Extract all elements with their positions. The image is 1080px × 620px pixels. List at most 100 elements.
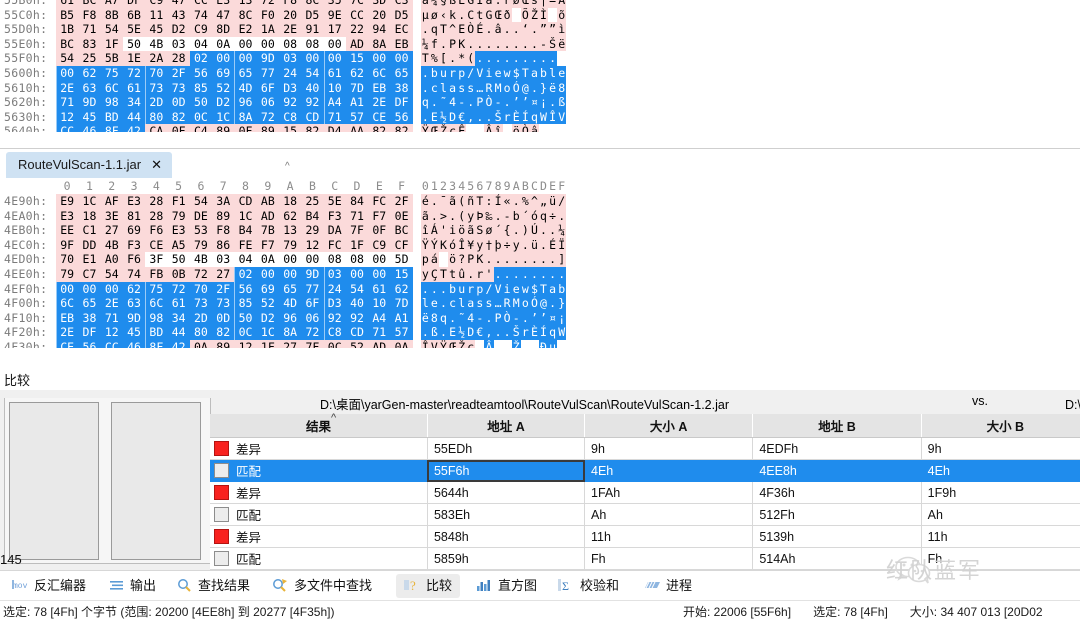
hex-col-label[interactable]: B bbox=[301, 178, 323, 194]
hex-byte[interactable]: 44 bbox=[167, 325, 190, 340]
hex-row[interactable]: 4F00h: 6C 65 2E 63 6C 61 73 73 85 52 4D 6F D3 40 10 7D l e… bbox=[0, 296, 1080, 311]
toolbar-tab-histogram[interactable]: 直方图 bbox=[468, 574, 545, 598]
hex-row[interactable]: 5640h: CC 46 8F 42 CA 0F C4 89 0F 89 15 82 D4 AA 82 82 Ÿ Œ… bbox=[0, 124, 1080, 133]
hex-byte[interactable]: 0F bbox=[234, 124, 257, 133]
hex-byte[interactable]: 18 bbox=[78, 208, 101, 224]
hex-byte[interactable]: 12 bbox=[234, 339, 257, 348]
hex-byte[interactable]: 2D bbox=[145, 95, 168, 110]
hex-byte[interactable]: 0E bbox=[390, 208, 413, 224]
hex-byte[interactable]: 72 bbox=[301, 325, 324, 340]
hex-byte[interactable]: 8A bbox=[278, 325, 302, 340]
hex-byte[interactable]: 24 bbox=[323, 281, 346, 297]
hex-ascii[interactable]: . E ½ D €,.. Šr È Íq W Î V bbox=[420, 109, 567, 125]
hex-byte[interactable]: 46 bbox=[122, 339, 146, 348]
cell-addr-a[interactable]: 55F6h bbox=[427, 459, 586, 482]
hex-byte[interactable]: 20 bbox=[368, 7, 391, 23]
hex-byte[interactable]: 1C bbox=[212, 109, 235, 125]
hex-byte[interactable]: 00 bbox=[323, 36, 346, 52]
hex-byte[interactable]: 92 bbox=[323, 310, 346, 326]
hex-byte[interactable]: 03 bbox=[323, 266, 346, 282]
hex-row[interactable]: 5620h: 71 9D 98 34 2D 0D 50 D2 96 06 92 92 A4 A1 2E DF q.… bbox=[0, 95, 1080, 110]
hex-byte[interactable]: 6C bbox=[56, 296, 79, 311]
hex-ascii[interactable]: ÎVŸŒŽç Â Ž Ðµ bbox=[420, 339, 567, 348]
hex-byte[interactable]: 13 bbox=[278, 223, 302, 238]
hex-row[interactable]: 4EC0h: 9F DD 4B F3 CE A5 79 86 FE F7 79 12 FC 1F C9 CF Ÿ Ý… bbox=[0, 237, 1080, 253]
hex-byte[interactable]: F3 bbox=[323, 208, 346, 224]
hex-row[interactable]: 4F10h: EB 38 71 9D 98 34 2D 0D 50 D2 96 06 92 92 A4 A1 ë 8… bbox=[0, 310, 1080, 326]
table-row[interactable]: 差异 5848h 11h 5139h 11h bbox=[210, 525, 1080, 548]
hex-byte[interactable]: BC bbox=[78, 0, 101, 8]
hex-byte[interactable]: 65 bbox=[78, 296, 101, 311]
hex-row[interactable]: 55B0h: 61 BC A7 DF C9 47 CC E3 13 72 F8 8C 35 7C 3D C3 a ¾… bbox=[0, 0, 1080, 8]
hex-byte[interactable]: 73 bbox=[212, 296, 235, 311]
hex-byte[interactable]: 00 bbox=[56, 281, 79, 297]
hex-byte[interactable]: 4D bbox=[278, 296, 302, 311]
hex-byte[interactable]: 47 bbox=[212, 7, 235, 23]
cell-result[interactable]: 匹配 bbox=[210, 547, 428, 570]
hex-row[interactable]: 4F30h: CE 56 CC 46 8F 42 0A 89 12 1F 27 7F 0C 52 AD 0A Î V… bbox=[0, 339, 1080, 348]
hex-byte[interactable]: 40 bbox=[301, 80, 324, 96]
hex-bytes[interactable]: 00 00 00 62 75 72 70 2F 56 69 65 77 24 54 61 62 bbox=[56, 281, 413, 297]
hex-row[interactable]: 4EA0h: E3 18 3E 81 28 79 DE 89 1C AD 62 B4 F3 71 F7 0E ã.… bbox=[0, 208, 1080, 224]
hex-ascii[interactable]: ã. >.(y Þ ‰. - b ´ ó q ÷. bbox=[420, 208, 567, 224]
hex-col-label[interactable]: F bbox=[390, 178, 412, 194]
hex-byte[interactable]: 70 bbox=[56, 252, 79, 267]
hex-byte[interactable]: 0D bbox=[212, 310, 235, 326]
hex-byte[interactable]: 65 bbox=[390, 65, 413, 81]
hex-byte[interactable]: 72 bbox=[189, 266, 213, 282]
hex-byte[interactable]: 27 bbox=[278, 339, 302, 348]
hex-byte[interactable]: CD bbox=[301, 109, 324, 125]
hex-byte[interactable]: 40 bbox=[345, 296, 369, 311]
hex-byte[interactable]: BD bbox=[145, 325, 168, 340]
hex-col-label[interactable]: 9 bbox=[257, 178, 279, 194]
cell-addr-b[interactable]: 5139h bbox=[752, 525, 922, 548]
hex-col-label[interactable]: 0 bbox=[56, 178, 78, 194]
hex-byte[interactable]: 28 bbox=[145, 208, 168, 224]
hex-byte[interactable]: 79 bbox=[189, 237, 213, 253]
hex-ascii[interactable]: ... b u r p / Vi e w $ Ta b bbox=[420, 281, 567, 297]
hex-byte[interactable]: 8F bbox=[100, 124, 123, 133]
table-header-3[interactable]: 大小 A bbox=[584, 414, 754, 438]
hex-byte[interactable]: 2D bbox=[189, 310, 213, 326]
hex-byte[interactable]: 96 bbox=[234, 95, 257, 110]
hex-byte[interactable]: 3E bbox=[100, 208, 123, 224]
hex-byte[interactable]: 57 bbox=[390, 325, 413, 340]
hex-col-label[interactable]: 2 bbox=[101, 178, 123, 194]
hex-byte[interactable]: 00 bbox=[301, 252, 324, 267]
hex-byte[interactable]: 92 bbox=[345, 310, 369, 326]
cell-result[interactable]: 差异 bbox=[210, 481, 428, 504]
hex-view-upper[interactable]: 55B0h: 61 BC A7 DF C9 47 CC E3 13 72 F8 8C 35 7C 3D C3 a ¾… bbox=[0, 0, 1080, 148]
hex-byte[interactable]: 74 bbox=[189, 7, 213, 23]
hex-byte[interactable]: 52 bbox=[345, 339, 369, 348]
cell-size-b[interactable]: Ah bbox=[921, 503, 1080, 526]
hex-byte[interactable]: 0A bbox=[189, 339, 213, 348]
hex-byte[interactable]: A1 bbox=[390, 310, 413, 326]
hex-byte[interactable]: D3 bbox=[278, 80, 302, 96]
cell-addr-b[interactable]: 4F36h bbox=[752, 481, 922, 504]
hex-byte[interactable]: 06 bbox=[256, 95, 279, 110]
hex-bytes[interactable]: CE 56 CC 46 8F 42 0A 89 12 1F 27 7F 0C 52 AD 0A bbox=[56, 339, 413, 348]
hex-byte[interactable]: 9F bbox=[56, 237, 79, 253]
cell-addr-b[interactable]: 4EE8h bbox=[752, 459, 922, 482]
hex-byte[interactable]: EB bbox=[56, 310, 79, 326]
hex-byte[interactable]: 82 bbox=[301, 124, 324, 133]
hex-byte[interactable]: 10 bbox=[368, 296, 391, 311]
hex-byte[interactable]: 8D bbox=[212, 22, 235, 37]
hex-byte[interactable]: F8 bbox=[78, 7, 101, 23]
hex-byte[interactable]: 29 bbox=[301, 223, 324, 238]
hex-byte[interactable]: 00 bbox=[100, 281, 123, 297]
hex-byte[interactable]: 85 bbox=[189, 80, 213, 96]
hex-byte[interactable]: C9 bbox=[189, 22, 213, 37]
hex-byte[interactable]: 9D bbox=[78, 95, 101, 110]
hex-byte[interactable]: F0 bbox=[256, 7, 279, 23]
hex-byte[interactable]: 00 bbox=[368, 51, 391, 66]
hex-byte[interactable]: 8F bbox=[145, 339, 168, 348]
hex-ascii[interactable]: . q T ^ E Ò É. â.. ‘.”” ì bbox=[420, 22, 567, 37]
hex-byte[interactable]: CC bbox=[56, 124, 79, 133]
hex-byte[interactable]: 15 bbox=[345, 51, 369, 66]
hex-byte[interactable]: 54 bbox=[345, 281, 369, 297]
hex-byte[interactable]: 3F bbox=[145, 252, 168, 267]
toolbar-tab-output[interactable]: 输出 bbox=[100, 574, 164, 598]
hex-byte[interactable]: 15 bbox=[278, 124, 302, 133]
table-row[interactable]: 差异 55EDh 9h 4EDFh 9h bbox=[210, 437, 1080, 460]
